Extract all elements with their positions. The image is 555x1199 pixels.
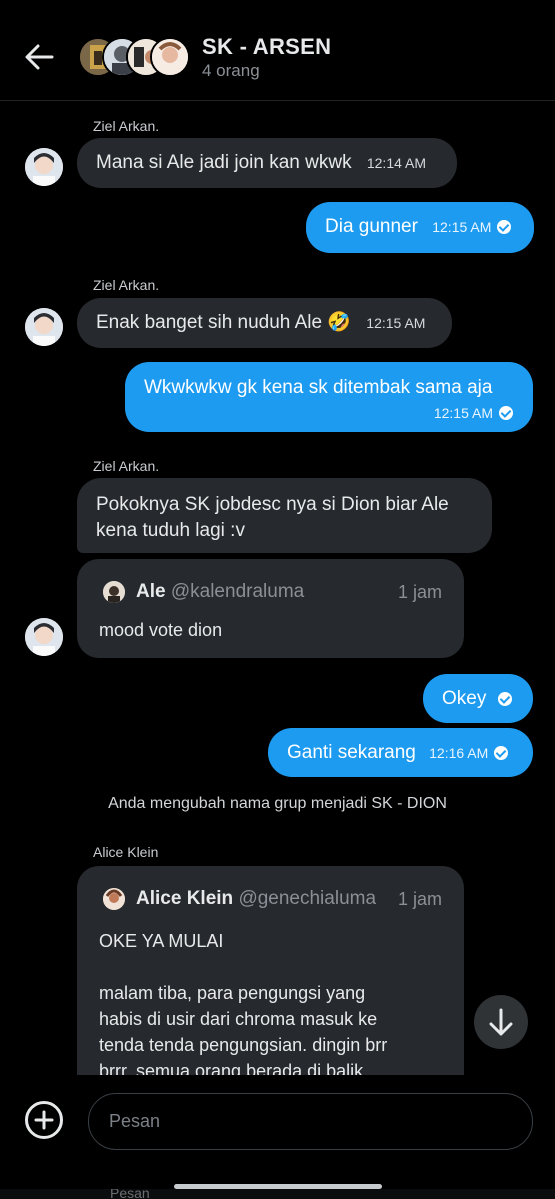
message-text: Mana si Ale jadi join kan wkwk (96, 152, 352, 174)
quoted-time: 1 jam (397, 889, 442, 909)
sender-name: Ziel Arkan. (93, 118, 160, 134)
user-avatar[interactable] (25, 308, 63, 346)
quoted-name: Alice Klein (136, 888, 234, 909)
message-text: Dia gunner (325, 216, 418, 238)
quoted-author-avatar (103, 888, 125, 910)
message-bubble[interactable]: Mana si Ale jadi join kan wkwk 12:14 AM (77, 138, 457, 188)
message-bubble[interactable]: Dia gunner 12:15 AM (306, 202, 534, 253)
sender-name: Ziel Arkan. (93, 277, 160, 293)
message-time: 12:15 AM (433, 405, 493, 421)
sent-check-icon (494, 746, 509, 760)
quoted-text: OKE YA MULAI malam tiba, para pengungsi … (99, 928, 387, 1084)
message-bubble[interactable]: Ganti sekarang 12:16 AM (268, 728, 533, 777)
message-time: 12:16 AM (429, 745, 489, 761)
message-bubble[interactable]: Wkwkwkw gk kena sk ditembak sama aja 12:… (125, 362, 533, 432)
message-text: Wkwkwkw gk kena sk ditembak sama aja (144, 377, 493, 398)
message-bubble[interactable]: Enak banget sih nuduh Ale 🤣 12:15 AM (77, 298, 452, 348)
quoted-author-avatar (103, 581, 125, 603)
member-count: 4 orang (202, 61, 260, 80)
ghost-text: Pesan (110, 1189, 150, 1199)
plus-icon (34, 1110, 54, 1130)
quoted-text-line: tenda tenda pengungsian. dingin brr (99, 1035, 388, 1055)
arrow-down-icon (489, 1008, 513, 1036)
quoted-text-line: OKE YA MULAI (99, 931, 224, 951)
add-attachment-button[interactable] (25, 1101, 63, 1139)
back-arrow-icon[interactable] (22, 40, 56, 74)
message-bubble[interactable]: Okey (423, 674, 533, 723)
quoted-author: Alice Klein @genechialuma (136, 888, 376, 910)
message-bubble[interactable]: Pokoknya SK jobdesc nya si Dion biar Ale… (77, 478, 492, 553)
user-avatar[interactable] (25, 148, 63, 186)
member-avatar (150, 37, 190, 77)
message-text-line: Pokoknya SK jobdesc nya si Dion biar Ale (96, 494, 449, 515)
quoted-handle: @genechialuma (238, 888, 377, 909)
message-text: Okey (442, 688, 487, 709)
message-input[interactable] (88, 1093, 533, 1150)
message-time: 12:15 AM (366, 315, 426, 331)
quoted-author: Ale @kalendraluma (136, 581, 304, 603)
sent-check-icon (499, 406, 513, 420)
system-message: Anda mengubah nama grup menjadi SK - DIO… (108, 795, 447, 812)
scroll-to-bottom-button[interactable] (474, 995, 528, 1049)
message-time: 12:15 AM (432, 219, 492, 235)
sender-name: Alice Klein (93, 844, 159, 860)
message-text-line: kena tuduh lagi :v (96, 520, 245, 541)
sent-check-icon (498, 691, 513, 706)
bottom-ghost-strip: Pesan (0, 1189, 555, 1199)
message-text: Enak banget sih nuduh Ale 🤣 (96, 312, 352, 334)
home-indicator[interactable] (174, 1184, 382, 1189)
quoted-time: 1 jam (397, 582, 442, 602)
user-avatar[interactable] (25, 618, 63, 656)
quoted-post-card[interactable]: Ale @kalendraluma 1 jam mood vote dion (77, 559, 464, 658)
group-avatar-stack[interactable] (78, 37, 190, 77)
quoted-handle: @kalendraluma (170, 581, 305, 602)
message-time: 12:14 AM (366, 155, 427, 171)
quoted-text-line: malam tiba, para pengungsi yang (99, 983, 366, 1003)
message-text: Ganti sekarang (287, 742, 416, 764)
group-title[interactable]: SK - ARSEN (202, 34, 331, 60)
quoted-name: Ale (136, 581, 166, 602)
quoted-text-line: habis di usir dari chroma masuk ke (99, 1009, 378, 1029)
sender-name: Ziel Arkan. (93, 458, 160, 474)
sent-check-icon (497, 220, 512, 234)
quoted-text: mood vote dion (99, 620, 223, 640)
